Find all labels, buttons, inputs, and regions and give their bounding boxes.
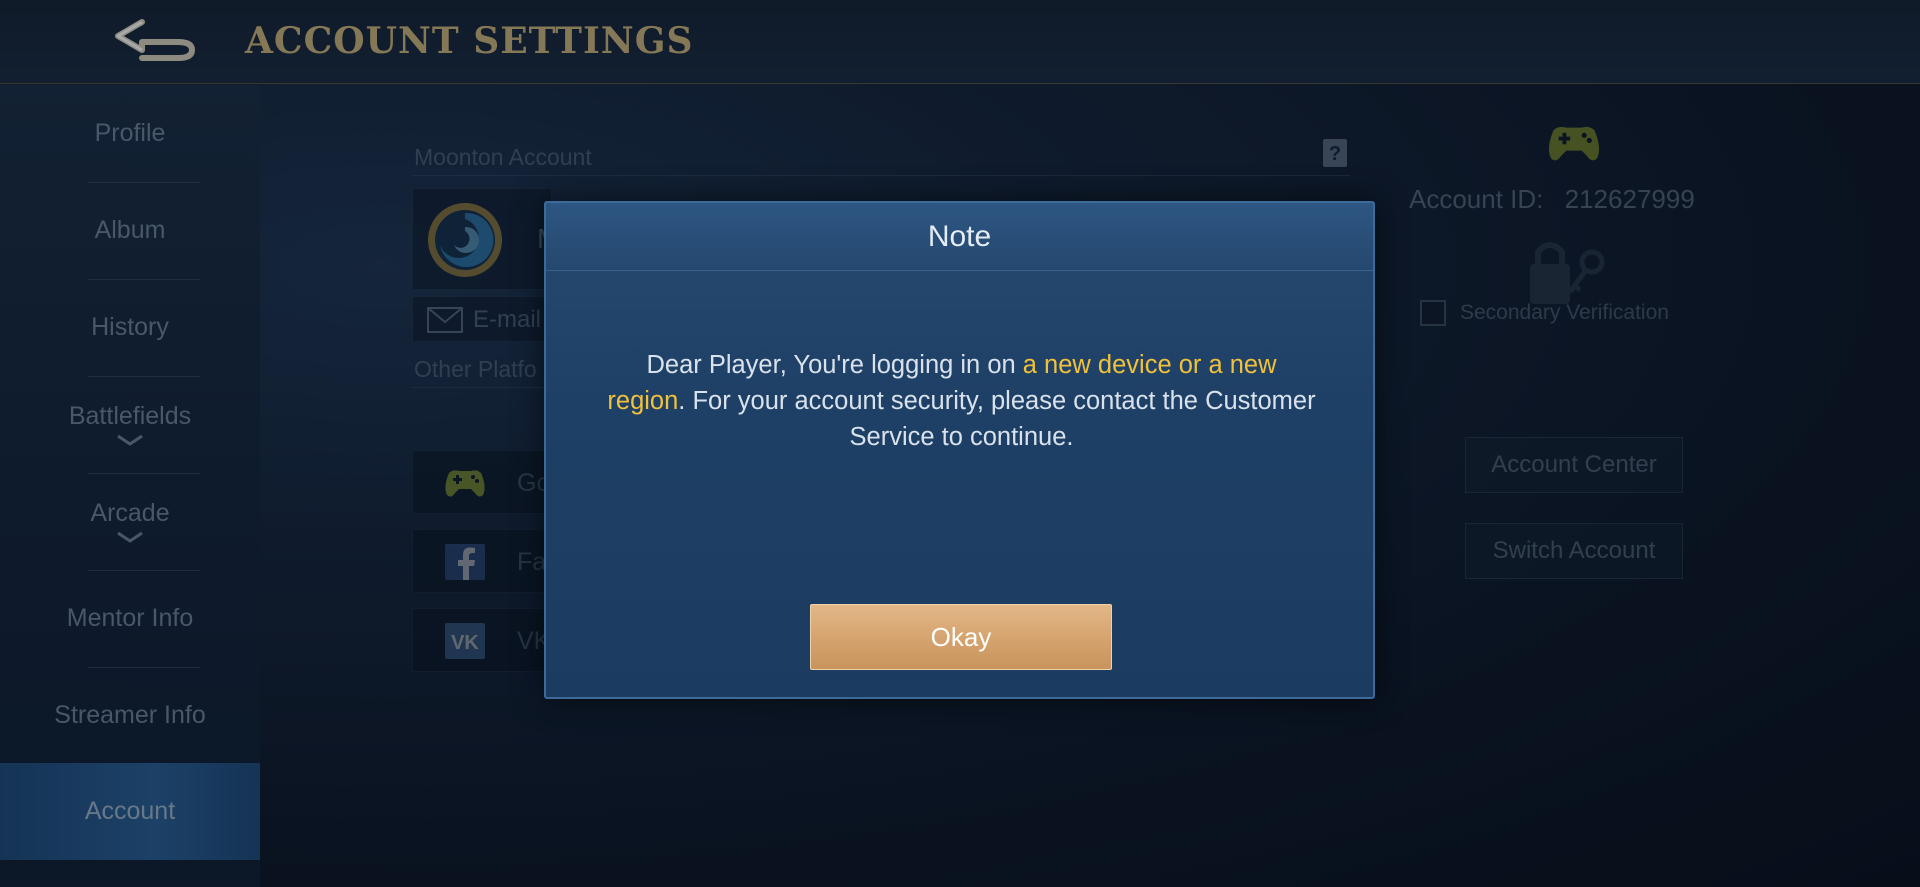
dialog-title: Note — [927, 219, 992, 253]
message-text: . For your account security, please cont… — [678, 387, 1316, 451]
dialog-message: Dear Player, You're logging in on a new … — [606, 347, 1317, 455]
okay-button[interactable]: Okay — [810, 604, 1112, 670]
message-text: Dear Player, You're logging in on — [646, 351, 1023, 379]
note-dialog: Note Dear Player, You're logging in on a… — [544, 201, 1375, 699]
dialog-header: Note — [546, 203, 1373, 271]
